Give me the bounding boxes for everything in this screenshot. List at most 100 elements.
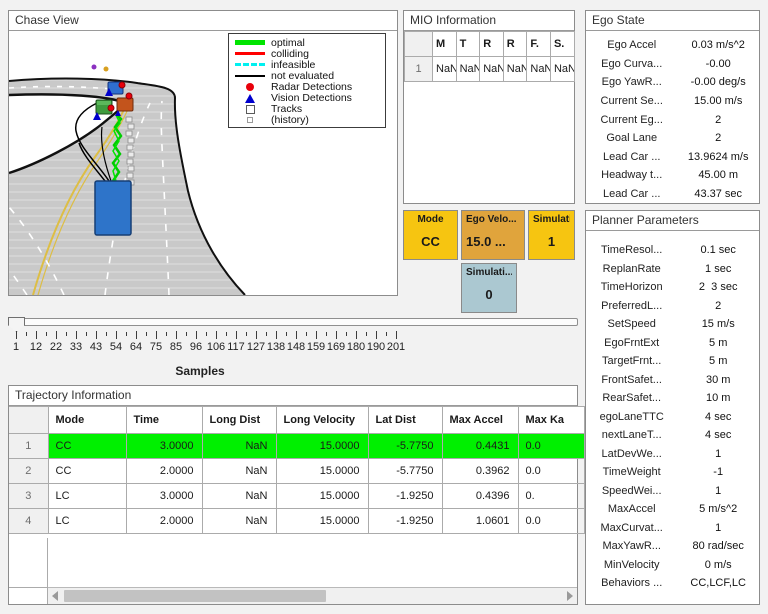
param-label: RearSafet... (586, 392, 677, 404)
slider-tick (76, 331, 77, 339)
trajectory-column-header: Max Ka (518, 407, 584, 434)
slider-tick (176, 331, 177, 339)
circle-icon (233, 83, 267, 91)
square-icon (233, 105, 267, 114)
param-row: Ego Curva...-0.00 (586, 55, 759, 74)
param-row: TargetFrnt...5 m (586, 352, 759, 371)
scrollbar-right-arrow-icon[interactable] (567, 591, 573, 601)
slider-tick-label: 33 (70, 341, 82, 353)
trajectory-title: Trajectory Information (9, 386, 577, 406)
trajectory-table[interactable]: ModeTimeLong DistLong VelocityLat DistMa… (9, 406, 585, 534)
slider-tick-label: 169 (327, 341, 345, 353)
slider-tick (136, 331, 137, 339)
mode-box-value: CC (408, 234, 453, 249)
param-label: MinVelocity (586, 559, 677, 571)
param-value: 45.00 m (677, 169, 759, 181)
slider-tick-label: 106 (207, 341, 225, 353)
scrollbar-thumb[interactable] (64, 590, 326, 602)
slider-tick-label: 138 (267, 341, 285, 353)
slider-tick-label: 201 (387, 341, 405, 353)
trajectory-cell: NaN (202, 434, 276, 459)
param-label: TimeResol... (586, 244, 677, 256)
slider-tick (236, 331, 237, 339)
trajectory-cell: -5.7750 (368, 434, 442, 459)
param-row: SetSpeed15 m/s (586, 315, 759, 334)
param-row: PreferredL...2 (586, 297, 759, 316)
slider-tick-label: 75 (150, 341, 162, 353)
param-row: Ego Accel0.03 m/s^2 (586, 36, 759, 55)
slider-tick (396, 331, 397, 339)
param-value: 15.00 m/s (677, 95, 759, 107)
simulation-step-box: Simulati... 1 (528, 210, 575, 260)
param-label: MaxYawR... (586, 540, 677, 552)
slider-tick (336, 331, 337, 339)
slider-tick (196, 331, 197, 339)
slider-minor-tick (186, 332, 187, 336)
param-label: ReplanRate (586, 263, 677, 275)
legend-item: Tracks (233, 104, 381, 115)
slider-tick-label: 159 (307, 341, 325, 353)
scrollbar-left-arrow-icon[interactable] (52, 591, 58, 601)
mio-cell: NaN (550, 57, 574, 82)
param-label: LatDevWe... (586, 448, 677, 460)
param-row: nextLaneT...4 sec (586, 426, 759, 445)
trajectory-row[interactable]: 1CC3.0000NaN15.0000-5.77500.44310.0 (9, 434, 584, 459)
mode-box-label: Mode (408, 214, 453, 225)
samples-axis-label: Samples (0, 364, 400, 378)
slider-minor-tick (366, 332, 367, 336)
slider-tick-labels: 1122233435464758596106117127138148159169… (8, 341, 408, 354)
param-label: MaxCurvat... (586, 522, 677, 534)
mio-row[interactable]: 1NaNNaNNaNNaNNaNNaN (405, 57, 575, 82)
slider-tick (376, 331, 377, 339)
mio-table[interactable]: MTRRF.S. 1NaNNaNNaNNaNNaNNaN (404, 31, 575, 82)
param-value: 43.37 sec (677, 188, 759, 200)
trajectory-cell: 2.0000 (126, 509, 202, 534)
param-label: TargetFrnt... (586, 355, 677, 367)
param-label: nextLaneT... (586, 429, 677, 441)
horizontal-scrollbar[interactable] (48, 587, 577, 604)
trajectory-cell: 0.4431 (442, 434, 518, 459)
mio-information-panel: MIO Information MTRRF.S. 1NaNNaNNaNNaNNa… (403, 10, 575, 204)
slider-minor-tick (86, 332, 87, 336)
trajectory-information-panel: Trajectory Information ModeTimeLong Dist… (8, 385, 578, 605)
slider-tick-label: 64 (130, 341, 142, 353)
mio-cell: NaN (433, 57, 457, 82)
slider-tick-label: 190 (367, 341, 385, 353)
mio-column-header: F. (527, 32, 551, 57)
param-label: Behaviors ... (586, 577, 677, 589)
param-label: EgoFrntExt (586, 337, 677, 349)
trajectory-column-header: Lat Dist (368, 407, 442, 434)
planner-title: Planner Parameters (586, 211, 759, 231)
param-label: Headway t... (586, 169, 677, 181)
param-row: Goal Lane2 (586, 129, 759, 148)
trajectory-cell: 0.0 (518, 459, 584, 484)
ego-state-title: Ego State (586, 11, 759, 31)
blue-car (105, 82, 125, 96)
slider-tick-label: 12 (30, 341, 42, 353)
radar-detection-icon (108, 105, 114, 111)
param-value: 0.03 m/s^2 (677, 39, 759, 51)
chase-view-title: Chase View (9, 11, 397, 31)
param-label: SpeedWei... (586, 485, 677, 497)
param-row: Current Eg...2 (586, 110, 759, 129)
trajectory-cell: 3.0000 (126, 484, 202, 509)
samples-slider-track[interactable] (8, 318, 578, 326)
ego-velocity-box-value: 15.0 ... (466, 234, 520, 249)
chase-view-panel: Chase View (8, 10, 398, 296)
trajectory-row[interactable]: 4LC2.0000NaN15.0000-1.92501.06010.0 (9, 509, 584, 534)
param-row: MinVelocity0 m/s (586, 556, 759, 575)
param-label: Lead Car ... (586, 188, 677, 200)
param-row: EgoFrntExt5 m (586, 334, 759, 353)
slider-tick (96, 331, 97, 339)
trajectory-row[interactable]: 2CC2.0000NaN15.0000-5.77500.39620.0 (9, 459, 584, 484)
trajectory-row[interactable]: 3LC3.0000NaN15.0000-1.92500.43960. (9, 484, 584, 509)
mio-title: MIO Information (404, 11, 574, 31)
trajectory-cell: 0.0 (518, 509, 584, 534)
row-number: 1 (9, 434, 48, 459)
slider-minor-tick (26, 332, 27, 336)
ego-vehicle (95, 181, 131, 235)
samples-slider-thumb[interactable] (8, 317, 25, 332)
trajectory-cell: 0.0 (518, 434, 584, 459)
param-label: MaxAccel (586, 503, 677, 515)
slider-minor-tick (46, 332, 47, 336)
